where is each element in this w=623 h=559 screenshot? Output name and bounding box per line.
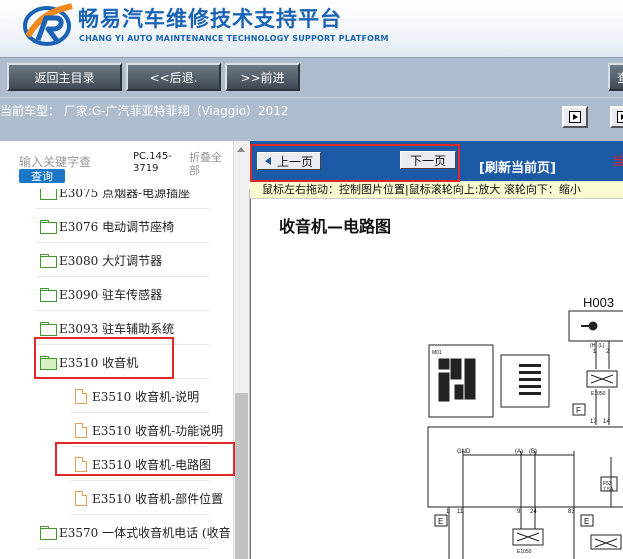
- tree-item-label: E3075 点烟器-电源插座: [59, 189, 191, 200]
- folder-icon: [40, 254, 57, 268]
- h003-label: H003: [583, 295, 614, 310]
- tree-item-label: E3080 大灯调节器: [59, 253, 163, 268]
- tree-item-label: E3510 收音机: [59, 355, 139, 370]
- document-icon: [75, 490, 87, 506]
- search-input[interactable]: 输入关键字查: [19, 153, 91, 170]
- gnd-label: GND: [457, 449, 471, 455]
- f-label: F: [576, 406, 581, 415]
- tree-item-label: E3093 驻车辅助系统: [59, 321, 175, 336]
- vehicle-bar: 当前车型： 厂家:G-广汽菲亚特菲翔（Viaggio）2012: [0, 97, 623, 141]
- brand-logo-icon: [23, 3, 73, 46]
- pin-hl-label: (H) (L): [590, 343, 605, 349]
- tree-item[interactable]: E3510 收音机-说明: [0, 379, 233, 413]
- tree-item-label: E3510 收音机-说明: [92, 389, 200, 404]
- tree-item-label: E3510 收音机-功能说明: [92, 423, 224, 438]
- content-panel: 上一页 下一页 [刷新当前页] 当 鼠标左右拖动：控制图片位置|鼠标滚轮向上:放…: [250, 141, 623, 559]
- category-tree: E3075 点烟器-电源插座 E3076 电动调节座椅 E3080 大灯调节器 E30…: [0, 189, 233, 559]
- toolbar: 返回主目录 <<后退. >>前进 查: [0, 57, 623, 97]
- m01-label: M01: [432, 350, 442, 356]
- pc-code-label: PC.145-3719: [133, 151, 172, 174]
- pin-11-label: 11: [457, 509, 464, 515]
- folder-icon: [40, 322, 57, 336]
- header: 畅易汽车维修技术支持平台 CHANG YI AUTO MAINTENANCE T…: [0, 0, 623, 57]
- pin-83-label: 83: [568, 509, 575, 515]
- tree-item[interactable]: E3076 电动调节座椅: [0, 209, 233, 243]
- e-label-right: E: [584, 517, 589, 526]
- panel-toggle-button[interactable]: [562, 106, 588, 128]
- folder-open-icon: [40, 356, 57, 370]
- folder-icon: [40, 220, 57, 234]
- search-button[interactable]: 查询: [19, 169, 65, 183]
- fuse-amp-label: 7.5A: [603, 487, 614, 493]
- pin-24-label: 24: [530, 509, 537, 515]
- tree-item-label: E3076 电动调节座椅: [59, 219, 175, 234]
- document-icon: [75, 388, 87, 404]
- tree-item-label: E3570 一体式收音机电话 (收音: [59, 525, 231, 540]
- forward-button[interactable]: >>前进: [225, 63, 300, 91]
- e1050-label-bottom: E1050: [517, 549, 532, 555]
- tree-item[interactable]: E3093 驻车辅助系统: [0, 311, 233, 345]
- pin-a-label: (A): [515, 449, 523, 455]
- brand-title: 畅易汽车维修技术支持平台: [78, 7, 342, 31]
- brand-subtitle: CHANG YI AUTO MAINTENANCE TECHNOLOGY SUP…: [79, 34, 389, 43]
- scroll-up-icon[interactable]: [237, 147, 245, 152]
- tree-item[interactable]: E3510 收音机-电路图: [0, 447, 233, 481]
- tree-item[interactable]: E3075 点烟器-电源插座: [0, 189, 233, 209]
- refresh-page-link[interactable]: [刷新当前页]: [479, 157, 556, 176]
- circuit-diagram: H003 M01 GND (A) (B) E1050 E1050 F F53 7…: [427, 295, 623, 559]
- tree-scrollbar[interactable]: [233, 141, 249, 559]
- tree-item-divider: [36, 548, 209, 549]
- next-page-button[interactable]: 下一页: [400, 151, 456, 169]
- mouse-hint-bar: 鼠标左右拖动：控制图片位置|鼠标滚轮向上:放大 滚轮向下：缩小: [250, 181, 623, 199]
- current-vehicle-label: 当前车型： 厂家:G-广汽菲亚特菲翔（Viaggio）2012: [0, 104, 289, 118]
- panel-toggle-icon: [617, 111, 623, 123]
- tree-item-label: E3510 收音机-部件位置: [92, 491, 224, 506]
- left-panel: 输入关键字查 查询 PC.145-3719 折叠全部 E3075 点烟器-电源插…: [0, 141, 250, 559]
- tree-item[interactable]: E3090 驻车传感器: [0, 277, 233, 311]
- query-button[interactable]: 查: [608, 63, 623, 91]
- panel-toggle-button-2[interactable]: [610, 106, 623, 128]
- back-button[interactable]: <<后退.: [126, 63, 221, 91]
- document-icon: [75, 422, 87, 438]
- prev-page-button[interactable]: 上一页: [257, 152, 321, 170]
- page-nav-bar: 上一页 下一页 [刷新当前页] 当: [250, 141, 623, 181]
- navbar-edge-label: 当: [612, 154, 623, 168]
- e1050-label-top: E1050: [591, 391, 606, 397]
- document-icon: [75, 456, 87, 472]
- pin-13-label: 13: [590, 419, 597, 425]
- tree-item[interactable]: E3570 一体式收音机电话 (收音: [0, 515, 233, 549]
- e-label-left: E: [438, 517, 443, 526]
- folder-icon: [40, 189, 57, 200]
- tree-item[interactable]: E3510 收音机: [0, 345, 233, 379]
- diagram-title: 收音机—电路图: [279, 217, 392, 236]
- pin-b-label: (B): [529, 449, 537, 455]
- app-window: 畅易汽车维修技术支持平台 CHANG YI AUTO MAINTENANCE T…: [0, 0, 623, 559]
- folder-icon: [40, 288, 57, 302]
- search-area: 输入关键字查 查询 PC.145-3719 折叠全部: [0, 141, 250, 189]
- tree-item[interactable]: E3510 收音机-功能说明: [0, 413, 233, 447]
- collapse-all-link[interactable]: 折叠全部: [189, 151, 229, 177]
- prev-page-label: 上一页: [276, 154, 313, 169]
- tree-item-label: E3090 驻车传感器: [59, 287, 163, 302]
- scrollbar-thumb[interactable]: [235, 393, 248, 559]
- tree-item[interactable]: E3080 大灯调节器: [0, 243, 233, 277]
- pin-9-label: 9: [517, 509, 521, 515]
- circuit-diagram-viewer[interactable]: H003 M01 GND (A) (B) E1050 E1050 F F53 7…: [250, 199, 623, 559]
- tree-item-label: E3510 收音机-电路图: [92, 457, 212, 472]
- panel-toggle-icon: [569, 111, 581, 123]
- home-button[interactable]: 返回主目录: [7, 63, 122, 91]
- tree-item[interactable]: E3510 收音机-部件位置: [0, 481, 233, 515]
- pin-14-label: 14: [603, 419, 610, 425]
- folder-icon: [40, 526, 57, 540]
- arrow-left-icon: [264, 157, 271, 165]
